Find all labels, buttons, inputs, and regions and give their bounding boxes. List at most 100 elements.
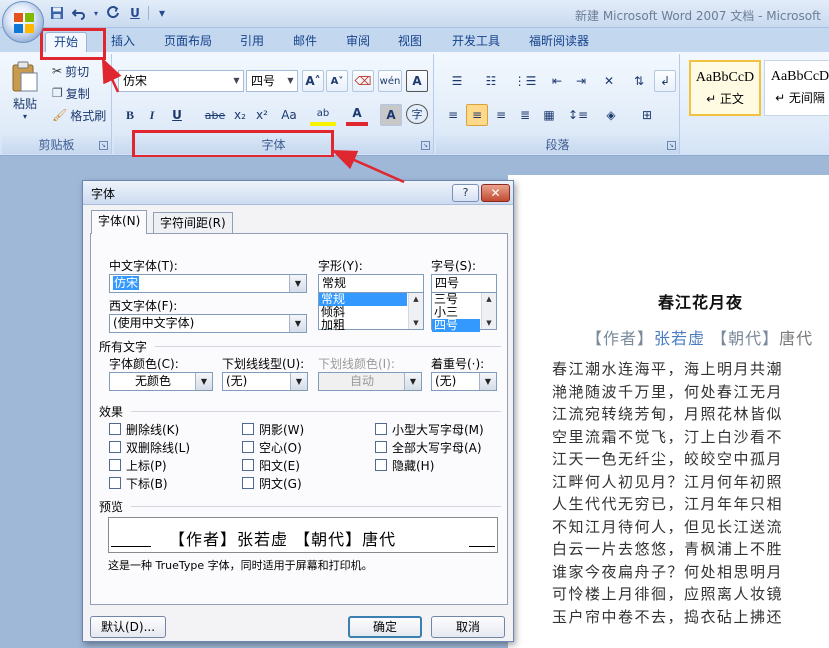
subscript-button[interactable]: x₂	[230, 104, 250, 126]
font-style-scrollbar[interactable]: ▲ ▼	[408, 293, 423, 329]
font-style-input[interactable]: 常规	[318, 274, 424, 293]
tab-font[interactable]: 字体(N)	[91, 210, 148, 234]
increase-indent-button[interactable]: ⇥	[570, 70, 592, 92]
tab-insert[interactable]: 插入	[103, 32, 143, 52]
tab-mailings[interactable]: 邮件	[285, 32, 325, 52]
align-center-button[interactable]: ≡	[466, 104, 488, 126]
underline-quick-button[interactable]: U	[126, 4, 144, 22]
tab-foxit-reader[interactable]: 福昕阅读器	[521, 32, 597, 52]
tab-page-layout[interactable]: 页面布局	[156, 32, 220, 52]
format-painter-button[interactable]: 🖌 格式刷	[52, 104, 110, 126]
multilevel-list-button[interactable]: ⋮☰	[510, 70, 540, 92]
char-shading-button[interactable]: A	[380, 104, 402, 126]
tab-view[interactable]: 视图	[390, 32, 430, 52]
dialog-title-bar[interactable]: 字体 ? ✕	[83, 181, 513, 205]
tab-review[interactable]: 审阅	[338, 32, 378, 52]
scroll-down-icon[interactable]: ▼	[409, 317, 423, 329]
hidden-checkbox[interactable]	[375, 459, 387, 471]
subscript-checkbox[interactable]	[109, 477, 121, 489]
tab-character-spacing[interactable]: 字符间距(R)	[153, 212, 233, 234]
align-right-button[interactable]: ≡	[490, 104, 512, 126]
numbering-button[interactable]: ☷	[476, 70, 506, 92]
font-size-dropdown-icon[interactable]: ▼	[284, 71, 297, 91]
scroll-up-icon[interactable]: ▲	[409, 293, 423, 305]
ok-button[interactable]: 确定	[348, 616, 422, 638]
distribute-button[interactable]: ▦	[538, 104, 560, 126]
strikethrough-checkbox[interactable]	[109, 423, 121, 435]
italic-button[interactable]: I	[142, 104, 162, 126]
scroll-up-icon[interactable]: ▲	[482, 293, 496, 305]
customize-qat-icon[interactable]: ▾	[153, 4, 171, 22]
enclose-char-button[interactable]: 字	[406, 104, 428, 124]
redo-icon[interactable]	[104, 4, 122, 22]
office-button[interactable]	[2, 1, 44, 43]
font-size-list[interactable]: 三号 小三 四号 ▲ ▼	[431, 292, 497, 332]
western-font-select[interactable]: (使用中文字体) ▼	[109, 314, 307, 333]
text-highlight-button[interactable]: ab	[310, 104, 336, 126]
font-name-dropdown-icon[interactable]: ▼	[230, 71, 243, 91]
bold-button[interactable]: B	[120, 104, 140, 126]
font-color-select[interactable]: 无颜色 ▼	[109, 372, 213, 391]
scroll-down-icon[interactable]: ▼	[482, 317, 496, 329]
justify-button[interactable]: ≣	[514, 104, 536, 126]
font-dialog-launcher-icon[interactable]: ↘	[421, 141, 430, 150]
shading-button[interactable]: ◈	[596, 104, 626, 126]
emboss-checkbox[interactable]	[242, 459, 254, 471]
paragraph-dialog-launcher-icon[interactable]: ↘	[667, 141, 676, 150]
bullets-button[interactable]: ☰	[442, 70, 472, 92]
line-spacing-button[interactable]: ↕≡	[564, 104, 592, 126]
cancel-button[interactable]: 取消	[431, 616, 505, 638]
font-color-dropdown-icon[interactable]: ▼	[195, 373, 212, 390]
style-no-spacing[interactable]: AaBbCcD ↵ 无间隔	[764, 60, 829, 116]
chinese-font-select[interactable]: 仿宋 ▼	[109, 274, 307, 293]
shrink-font-button[interactable]: A˅	[326, 70, 348, 92]
emphasis-mark-select[interactable]: (无) ▼	[431, 372, 497, 391]
underline-style-select[interactable]: (无) ▼	[222, 372, 308, 391]
document-page[interactable]: 春江花月夜 【作者】张若虚 【朝代】唐代 春江潮水连海平，海上明月共潮 滟滟随波…	[508, 175, 829, 648]
emphasis-mark-dropdown-icon[interactable]: ▼	[479, 373, 496, 390]
show-marks-button[interactable]: ↲	[654, 70, 676, 92]
close-button[interactable]: ✕	[481, 184, 510, 202]
help-button[interactable]: ?	[452, 184, 479, 202]
small-caps-checkbox[interactable]	[375, 423, 387, 435]
underline-style-dropdown-icon[interactable]: ▼	[290, 373, 307, 390]
underline-button[interactable]: U	[164, 104, 190, 126]
decrease-indent-button[interactable]: ⇤	[546, 70, 568, 92]
font-style-list[interactable]: 常规 倾斜 加粗 ▲ ▼	[318, 292, 424, 332]
shadow-checkbox[interactable]	[242, 423, 254, 435]
grow-font-button[interactable]: A˄	[302, 70, 324, 92]
all-caps-checkbox[interactable]	[375, 441, 387, 453]
paste-button[interactable]: 粘贴 ▾	[6, 58, 44, 124]
borders-button[interactable]: ⊞	[632, 104, 662, 126]
font-size-combo[interactable]: 四号 ▼	[246, 70, 298, 92]
chinese-font-dropdown-icon[interactable]: ▼	[289, 275, 306, 292]
copy-button[interactable]: ❐ 复制	[52, 82, 108, 104]
char-border-button[interactable]: A	[406, 70, 428, 92]
font-size-input[interactable]: 四号	[431, 274, 497, 293]
font-size-scrollbar[interactable]: ▲ ▼	[481, 293, 496, 329]
engrave-checkbox[interactable]	[242, 477, 254, 489]
save-icon[interactable]	[48, 4, 66, 22]
clipboard-dialog-launcher-icon[interactable]: ↘	[99, 141, 108, 150]
clear-format-button[interactable]: ⌫	[352, 70, 374, 92]
outline-checkbox[interactable]	[242, 441, 254, 453]
asian-layout-button[interactable]: ✕	[596, 70, 622, 92]
phonetic-guide-button[interactable]: wén	[378, 70, 402, 92]
align-left-button[interactable]: ≡	[442, 104, 464, 126]
western-font-dropdown-icon[interactable]: ▼	[289, 315, 306, 332]
undo-icon[interactable]	[70, 4, 88, 22]
change-case-button[interactable]: Aa	[274, 104, 304, 126]
superscript-button[interactable]: x²	[252, 104, 272, 126]
cut-button[interactable]: ✂ 剪切	[52, 60, 108, 82]
default-button[interactable]: 默认(D)...	[90, 616, 166, 638]
font-name-combo[interactable]: 仿宋 ▼	[118, 70, 244, 92]
style-normal[interactable]: AaBbCcD ↵ 正文	[689, 60, 761, 116]
undo-dropdown-icon[interactable]: ▾	[92, 4, 100, 22]
superscript-checkbox[interactable]	[109, 459, 121, 471]
strikethrough-button[interactable]: abe	[202, 104, 228, 126]
tab-references[interactable]: 引用	[232, 32, 272, 52]
double-strikethrough-checkbox[interactable]	[109, 441, 121, 453]
font-size-option[interactable]: 四号	[432, 319, 480, 332]
font-color-button[interactable]: A	[346, 104, 368, 126]
sort-button[interactable]: ⇅	[628, 70, 650, 92]
